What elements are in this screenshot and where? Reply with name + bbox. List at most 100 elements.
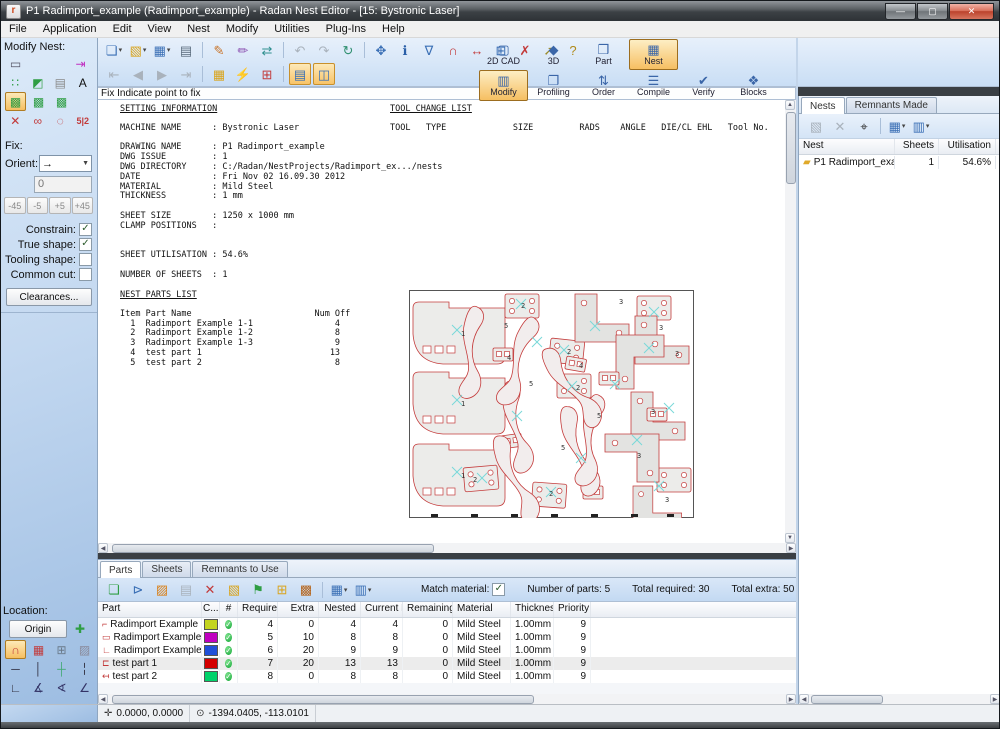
- stage-verify[interactable]: ✔Verify: [679, 70, 728, 101]
- prev-sheet-icon[interactable]: ◀: [127, 63, 149, 85]
- angle-corner-icon[interactable]: ∟: [5, 678, 26, 697]
- split-vertical-view-icon[interactable]: ◫: [313, 63, 335, 85]
- redo-icon[interactable]: ↷: [313, 39, 335, 61]
- minimize-button[interactable]: —: [885, 3, 916, 20]
- open-icon[interactable]: ▧▾: [127, 39, 149, 61]
- new-part-icon[interactable]: ❏: [103, 579, 125, 601]
- table-row[interactable]: ⌐Radimport Example 1-1✓40440Mild Steel1.…: [98, 618, 796, 631]
- delete-nest-icon[interactable]: ✕: [829, 115, 851, 137]
- nest-report-document[interactable]: SETTING INFORMATION MACHINE NAME : Bystr…: [98, 100, 785, 543]
- column-header-nested[interactable]: Nested: [319, 602, 361, 617]
- import-part-icon[interactable]: ⊳: [127, 579, 149, 601]
- view-detail-icon[interactable]: ▥▾: [352, 579, 374, 601]
- column-header-c[interactable]: C...: [202, 602, 220, 617]
- mode-3d[interactable]: ◆3D: [529, 39, 578, 70]
- column-header-required[interactable]: Required: [238, 602, 278, 617]
- exit-modify-icon[interactable]: ⇥: [70, 54, 91, 73]
- column-header-part[interactable]: Part: [98, 602, 202, 617]
- title-bar[interactable]: r P1 Radimport_example (Radimport_exampl…: [1, 1, 999, 21]
- menu-application[interactable]: Application: [35, 22, 105, 36]
- angle-step-minus5[interactable]: -5: [27, 197, 49, 214]
- pen-style-icon[interactable]: ✏: [232, 39, 254, 61]
- copy-part-icon[interactable]: ▤: [175, 579, 197, 601]
- grid-isometric-icon[interactable]: ▨: [74, 640, 95, 659]
- undo-icon[interactable]: ↶: [289, 39, 311, 61]
- refresh-icon[interactable]: ↻: [337, 39, 359, 61]
- line-ends-icon[interactable]: ╎: [74, 659, 95, 678]
- column-header-thickness[interactable]: Thickness: [511, 602, 554, 617]
- nests-horizontal-scrollbar[interactable]: ◀ ▶: [799, 694, 1000, 704]
- edit-part-icon[interactable]: ▨: [151, 579, 173, 601]
- angle-free-icon[interactable]: ∠: [74, 678, 95, 697]
- angle-input[interactable]: 0: [34, 176, 92, 193]
- delete-part-icon[interactable]: ✕: [199, 579, 221, 601]
- mode-2dcad[interactable]: ▢2D CAD: [479, 39, 528, 70]
- origin-cross-icon[interactable]: ✚: [75, 622, 85, 636]
- pencil-edit-icon[interactable]: ✎: [208, 39, 230, 61]
- new-icon[interactable]: ❏▾: [103, 39, 125, 61]
- table-row[interactable]: ⊏test part 1✓72013130Mild Steel1.00mm9: [98, 657, 796, 670]
- split-ratio-icon[interactable]: 5|2: [73, 111, 94, 130]
- mode-nest[interactable]: ▦Nest: [629, 39, 678, 70]
- delete-part-icon[interactable]: ✕: [5, 111, 26, 130]
- column-header-priority[interactable]: Priority: [554, 602, 591, 617]
- column-header-extra[interactable]: Extra: [278, 602, 319, 617]
- grid-fine-icon[interactable]: ⊞: [51, 640, 72, 659]
- match-material-checkbox[interactable]: ✓: [492, 583, 505, 596]
- scatter-parts-icon[interactable]: ∷: [5, 73, 26, 92]
- array-parts-icon[interactable]: ▩: [51, 92, 72, 111]
- tab-parts[interactable]: Parts: [100, 561, 141, 578]
- menu-view[interactable]: View: [140, 22, 180, 36]
- column-header-material[interactable]: Material: [453, 602, 511, 617]
- text-label-icon[interactable]: A: [73, 73, 94, 92]
- tab-remnantsmade[interactable]: Remnants Made: [846, 97, 937, 113]
- line-vertical-icon[interactable]: │: [28, 659, 49, 678]
- locate-nest-icon[interactable]: ⌖: [853, 115, 875, 137]
- clearances-button[interactable]: Clearances...: [6, 288, 92, 306]
- angle-step-plus5[interactable]: +5: [49, 197, 71, 214]
- snap-magnet-icon[interactable]: ∩: [442, 39, 464, 61]
- split-horizontal-view-icon[interactable]: ▤: [289, 63, 311, 85]
- pair-parts-icon[interactable]: ▩: [28, 92, 49, 111]
- column-header-nest[interactable]: Nest: [799, 139, 895, 154]
- open-nest-icon[interactable]: ▧: [805, 115, 827, 137]
- orient-select[interactable]: → ▼: [39, 155, 92, 172]
- table-view-icon[interactable]: ⊞: [271, 579, 293, 601]
- angle-measure-icon[interactable]: ∡: [28, 678, 49, 697]
- tab-sheets[interactable]: Sheets: [142, 561, 191, 577]
- column-header-utilisation[interactable]: Utilisation: [939, 139, 996, 154]
- angle-step-minus45[interactable]: -45: [4, 197, 26, 214]
- fix-part-icon[interactable]: ▭: [5, 54, 26, 73]
- stamp-part-icon[interactable]: ▩: [295, 579, 317, 601]
- column-header-sheets[interactable]: Sheets: [895, 139, 939, 154]
- sheet-grid-icon[interactable]: ⊞: [256, 63, 278, 85]
- stage-order[interactable]: ⇅Order: [579, 70, 628, 101]
- grid-red-icon[interactable]: ▦: [28, 640, 49, 659]
- tab-nests[interactable]: Nests: [801, 97, 845, 114]
- menu-help[interactable]: Help: [374, 22, 413, 36]
- last-sheet-icon[interactable]: ⇥: [175, 63, 197, 85]
- view-detail-icon[interactable]: ▥▾: [910, 115, 932, 137]
- view-large-icon[interactable]: ▦▾: [328, 579, 350, 601]
- table-row[interactable]: ∟Radimport Example 1-3✓620990Mild Steel1…: [98, 644, 796, 657]
- filter-icon[interactable]: ∇: [418, 39, 440, 61]
- auto-nest-icon[interactable]: ⚡: [232, 63, 254, 85]
- toolingshape-checkbox[interactable]: [79, 253, 92, 266]
- open-part-icon[interactable]: ▧: [223, 579, 245, 601]
- move-vertex-icon[interactable]: ✥: [370, 39, 392, 61]
- menu-plugins[interactable]: Plug-Ins: [318, 22, 374, 36]
- parts-horizontal-scrollbar[interactable]: ◀ ▶: [98, 694, 796, 704]
- snap-origin-icon[interactable]: ∩: [5, 640, 26, 659]
- stage-modify[interactable]: ▥Modify: [479, 70, 528, 101]
- sheet-matrix-icon[interactable]: ▦: [208, 63, 230, 85]
- mode-part[interactable]: ❒Part: [579, 39, 628, 70]
- table-row[interactable]: ▭Radimport Example 1-2✓510880Mild Steel1…: [98, 631, 796, 644]
- part-list-icon[interactable]: ▤: [50, 73, 71, 92]
- document-horizontal-scrollbar[interactable]: ◀ ▶: [98, 543, 796, 553]
- angle-step-plus45[interactable]: +45: [72, 197, 94, 214]
- first-sheet-icon[interactable]: ⇤: [103, 63, 125, 85]
- nest-row[interactable]: ▰P1 Radimport_exa...154.6%: [799, 155, 1000, 170]
- info-icon[interactable]: ℹ: [394, 39, 416, 61]
- pick-part-icon[interactable]: ◩: [28, 73, 49, 92]
- flag-part-icon[interactable]: ⚑: [247, 579, 269, 601]
